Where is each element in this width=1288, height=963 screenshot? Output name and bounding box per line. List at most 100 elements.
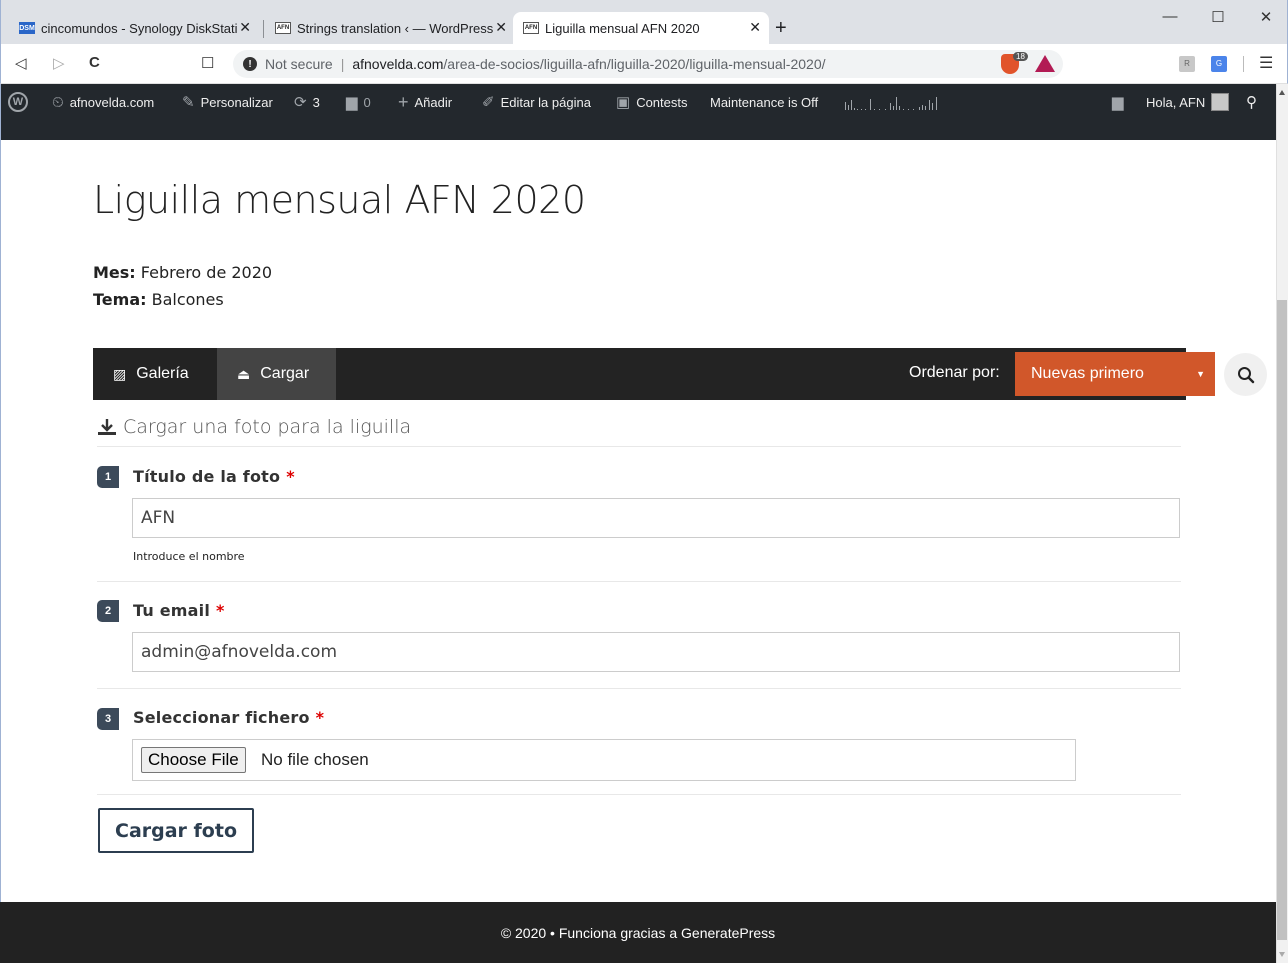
gallery-label: Galería: [136, 365, 189, 382]
wp-logo-menu[interactable]: W: [8, 84, 28, 120]
site-name-label: afnovelda.com: [69, 94, 155, 110]
upload-label: Cargar: [260, 365, 310, 382]
translate-icon[interactable]: G: [1211, 56, 1227, 72]
order-selected-value: Nuevas primero: [1031, 365, 1144, 382]
comments-count: 0: [363, 94, 371, 110]
order-select[interactable]: Nuevas primero ▼: [1015, 352, 1215, 396]
maintenance-menu[interactable]: Maintenance is Off: [710, 84, 818, 120]
close-icon[interactable]: ✕: [495, 19, 507, 36]
tab-title: Liguilla mensual AFN 2020: [545, 20, 700, 36]
add-new-label: Añadir: [414, 94, 453, 110]
greeting-label: Hola, AFN: [1146, 94, 1206, 110]
new-tab-button[interactable]: +: [775, 17, 787, 40]
choose-file-button[interactable]: Choose File: [141, 747, 246, 773]
dsm-favicon-icon: DSM: [19, 22, 35, 34]
gallery-icon: ▣: [616, 94, 631, 111]
brave-rewards-icon[interactable]: [1035, 55, 1055, 72]
updates-menu[interactable]: ⟳ 3: [294, 84, 320, 120]
order-by-label: Ordenar por:: [909, 364, 1000, 381]
page-title: Liguilla mensual AFN 2020: [93, 178, 586, 222]
afn-favicon-icon: AFN: [523, 22, 539, 34]
close-icon[interactable]: ✕: [239, 19, 251, 36]
scroll-down-arrow-icon[interactable]: [1279, 952, 1285, 957]
comments-menu[interactable]: ▆ 0: [346, 84, 371, 120]
divider: [97, 446, 1181, 447]
extension-icon[interactable]: R: [1179, 56, 1195, 72]
image-icon: ▨: [113, 365, 127, 382]
browser-menu-button[interactable]: ☰: [1259, 53, 1273, 73]
maintenance-label: Maintenance is Off: [710, 94, 819, 110]
file-select-label-text: Seleccionar fichero: [133, 708, 310, 727]
email-label: Tu email *: [133, 601, 225, 620]
footer-credits: © 2020 • Funciona gracias a GeneratePres…: [500, 924, 776, 941]
address-bar[interactable]: ! Not secure | afnovelda.com /area-de-so…: [233, 50, 1063, 78]
upload-photo-button[interactable]: Cargar foto: [98, 808, 254, 853]
reload-button[interactable]: C: [89, 54, 100, 71]
customize-menu[interactable]: ✎ Personalizar: [182, 84, 273, 120]
close-icon[interactable]: ✕: [749, 19, 761, 36]
search-icon: ⚲: [1246, 94, 1257, 111]
maximize-button[interactable]: ☐: [1203, 8, 1233, 26]
month-value: Febrero de 2020: [135, 263, 273, 282]
divider: [97, 581, 1181, 582]
upload-heading: Cargar una foto para la liguilla: [97, 416, 411, 438]
site-name-menu[interactable]: ⏲ afnovelda.com: [52, 84, 154, 120]
file-status: No file chosen: [261, 750, 369, 769]
admin-bar-extension: [0, 120, 1276, 140]
search-button[interactable]: [1224, 353, 1267, 396]
minimize-button[interactable]: —: [1155, 8, 1185, 25]
updates-count: 3: [312, 94, 320, 110]
notification-icon: ▆: [1112, 94, 1124, 111]
admin-search[interactable]: ⚲: [1246, 84, 1263, 120]
step-number-badge: 1: [97, 466, 119, 488]
wp-admin-bar: W ⏲ afnovelda.com ✎ Personalizar ⟳ 3 ▆ 0…: [0, 84, 1276, 120]
brave-shields-count: 18: [1013, 52, 1028, 61]
divider: [97, 688, 1181, 689]
upload-tab-button[interactable]: ⏏ Cargar: [217, 348, 336, 400]
avatar: [1211, 93, 1230, 111]
back-button[interactable]: ◁: [15, 54, 27, 72]
tab-strings-translation[interactable]: AFN Strings translation ‹ — WordPress ✕: [265, 12, 515, 44]
tab-synology[interactable]: DSM cincomundos - Synology DiskStati ✕: [9, 12, 259, 44]
chevron-down-icon: ▼: [1196, 369, 1205, 379]
my-account-menu[interactable]: Hola, AFN: [1146, 84, 1230, 120]
browser-tabstrip: DSM cincomundos - Synology DiskStati ✕ A…: [0, 0, 1288, 44]
photo-title-hint: Introduce el nombre: [133, 550, 245, 563]
bookmark-icon[interactable]: ☐: [201, 54, 214, 72]
scroll-up-arrow-icon[interactable]: [1279, 90, 1285, 95]
customize-label: Personalizar: [200, 94, 273, 110]
edit-page-menu[interactable]: ✐ Editar la página: [482, 84, 591, 120]
file-input[interactable]: Choose File No file chosen: [132, 739, 1076, 781]
close-window-button[interactable]: ✕: [1251, 8, 1281, 26]
upload-icon: ⏏: [237, 365, 251, 382]
scrollbar-thumb[interactable]: [1277, 300, 1287, 940]
photo-title-label-text: Título de la foto: [133, 467, 281, 486]
download-tray-icon: [98, 419, 116, 435]
address-path: /area-de-socios/liguilla-afn/liguilla-20…: [443, 56, 826, 72]
contests-label: Contests: [636, 94, 688, 110]
add-new-menu[interactable]: + Añadir: [398, 84, 452, 120]
pencil-icon: ✐: [482, 94, 495, 111]
email-field[interactable]: admin@afnovelda.com: [132, 632, 1180, 672]
photo-title-input[interactable]: AFN: [132, 498, 1180, 538]
search-icon: [1237, 366, 1254, 383]
contest-toolbar: ▨ Galería ⏏ Cargar Ordenar por: Nuevas p…: [93, 348, 1267, 400]
required-mark: *: [315, 708, 325, 727]
tab-title: Strings translation ‹ — WordPress: [297, 20, 494, 36]
stats-sparkline[interactable]: [843, 94, 943, 110]
toolbar-divider: [1243, 56, 1244, 72]
notifications-menu[interactable]: ▆: [1112, 84, 1130, 120]
upload-heading-text: Cargar una foto para la liguilla: [123, 416, 412, 438]
step-number-badge: 3: [97, 708, 119, 730]
contest-month: Mes: Febrero de 2020: [93, 263, 272, 282]
updates-icon: ⟳: [294, 94, 307, 111]
info-icon[interactable]: !: [243, 57, 257, 71]
forward-button[interactable]: ▷: [53, 54, 65, 72]
divider: [97, 794, 1181, 795]
plus-icon: +: [398, 91, 409, 112]
gallery-button[interactable]: ▨ Galería: [93, 348, 209, 400]
window-border: [0, 84, 1, 963]
contests-menu[interactable]: ▣ Contests: [616, 84, 688, 120]
browser-toolbar: ◁ ▷ C ☐ ! Not secure | afnovelda.com /ar…: [0, 44, 1288, 84]
tab-liguilla-mensual[interactable]: AFN Liguilla mensual AFN 2020 ✕: [513, 12, 769, 44]
